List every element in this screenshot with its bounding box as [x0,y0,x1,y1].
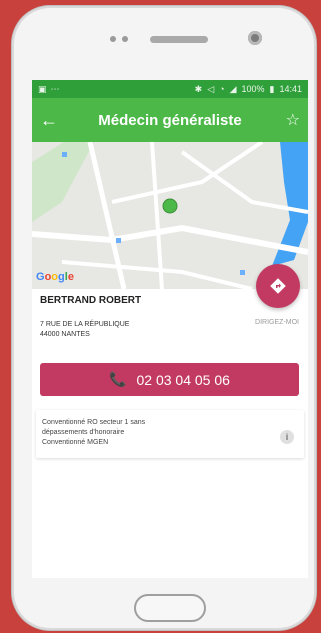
address-line-1: 7 RUE DE LA RÉPUBLIQUE [40,321,130,328]
app-bar: ← Médecin généraliste ☆ [32,98,308,142]
battery-percent: 100% [241,84,265,94]
map-poi [116,238,121,243]
map-road [150,142,164,289]
sensor-dot [110,36,116,42]
map-road [61,260,253,289]
battery-icon: ▮ [269,83,275,94]
phone-number: 02 03 04 05 06 [136,371,230,388]
mute-icon: ◁ [207,83,215,94]
back-arrow-icon[interactable]: ← [40,110,62,131]
clock: 14:41 [279,84,302,94]
phone-icon: 📞 [109,371,127,387]
bluetooth-icon: ✱ [194,83,203,94]
info-icon[interactable]: i [280,430,294,444]
home-button[interactable] [134,594,206,622]
call-button[interactable]: 📞 02 03 04 05 06 [40,363,299,396]
image-icon: ▣ [38,83,47,94]
signal-icon: ◢ [229,83,237,94]
map-poi [62,152,67,157]
wifi-icon: ◔ [219,84,225,94]
address-line-2: 44000 NANTES [40,331,90,338]
favorite-star-icon[interactable]: ☆ [278,110,300,130]
directions-button[interactable] [256,264,300,308]
directions-label: DIRIGEZ-MOI [255,319,299,326]
convention-line-2: dépassements d'honoraire [42,429,125,436]
doctor-info: BERTRAND ROBERT 7 RUE DE LA RÉPUBLIQUE 4… [40,295,240,340]
map-road [32,224,308,255]
directions-icon [270,278,286,294]
speaker-grille [150,36,208,43]
convention-line-1: Conventionné RO secteur 1 sans [42,419,146,426]
google-logo: Google [36,271,74,283]
doctor-name: BERTRAND ROBERT [40,295,142,306]
page-title: Médecin généraliste [98,111,242,129]
front-camera [248,31,262,45]
map-poi [240,270,245,275]
location-marker[interactable] [162,198,178,214]
convention-line-3: Conventionné MGEN [42,439,109,446]
phone-screen: ▣ ⋯ ✱ ◁ ◔ ◢ 100% ▮ 14:41 ← Médecin génér… [32,80,308,578]
dots-icon: ⋯ [50,83,60,94]
status-bar: ▣ ⋯ ✱ ◁ ◔ ◢ 100% ▮ 14:41 [32,80,308,98]
convention-info-card: Conventionné RO secteur 1 sans dépasseme… [36,410,304,458]
sensor-dot [122,36,128,42]
